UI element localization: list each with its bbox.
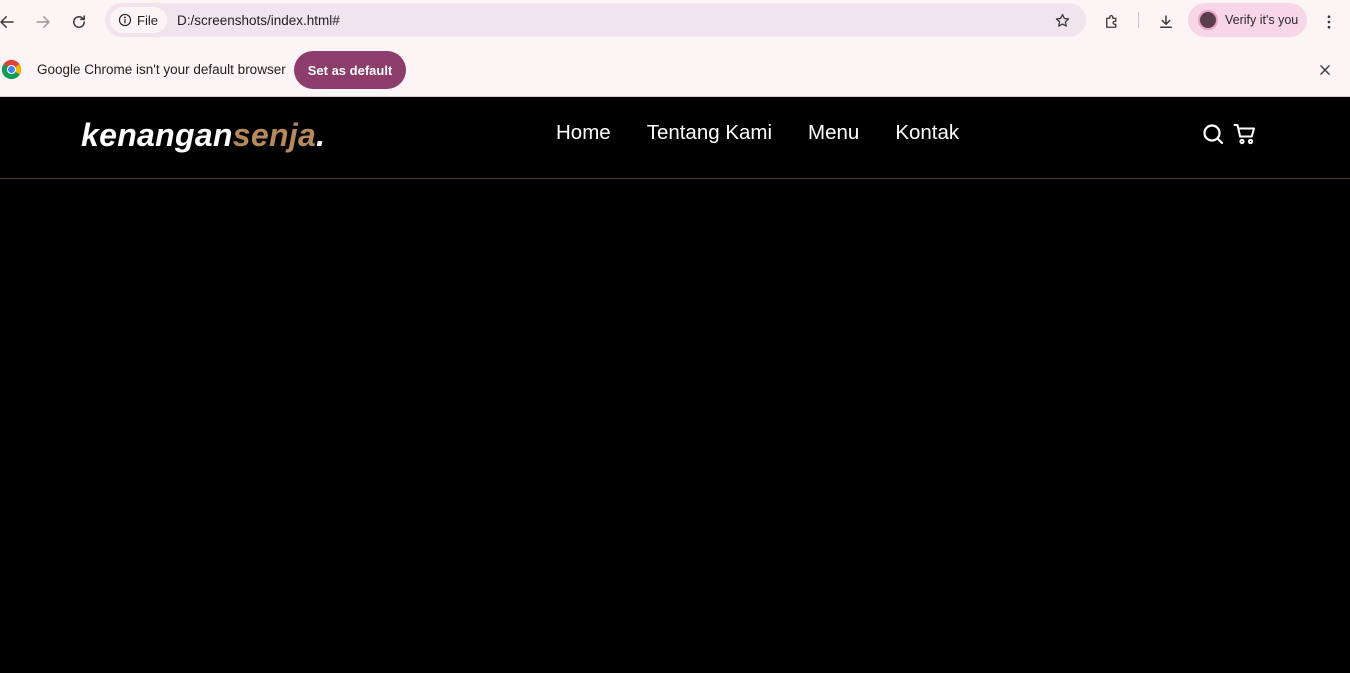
- nav-link-home[interactable]: Home: [556, 121, 611, 145]
- bookmark-button[interactable]: [1048, 6, 1076, 34]
- puzzle-icon: [1106, 15, 1117, 28]
- forward-button[interactable]: [28, 7, 58, 37]
- avatar: [1198, 10, 1218, 30]
- search-icon: [1203, 124, 1224, 145]
- nav-links: Home Tentang Kami Menu Kontak: [556, 121, 959, 145]
- nav-link-tentang-kami[interactable]: Tentang Kami: [647, 121, 772, 145]
- reload-button[interactable]: [64, 7, 94, 37]
- download-icon: [1160, 15, 1172, 28]
- site-info-chip[interactable]: File: [110, 7, 167, 33]
- back-arrow-icon: [0, 16, 14, 28]
- info-icon: [118, 13, 132, 27]
- infobar-message: Google Chrome isn't your default browser: [37, 62, 286, 77]
- profile-label: Verify it's you: [1225, 13, 1299, 27]
- reload-icon: [73, 15, 85, 28]
- nav-icons: [1200, 121, 1258, 147]
- chrome-logo-icon: [1, 59, 22, 80]
- set-as-default-button[interactable]: Set as default: [294, 51, 406, 89]
- toolbar-divider: [1138, 12, 1139, 28]
- infobar-close-button[interactable]: [1314, 59, 1336, 81]
- page-content: kenangansenja. Home Tentang Kami Menu Ko…: [0, 97, 1350, 673]
- forward-arrow-icon: [36, 16, 50, 28]
- url-text[interactable]: D:/screenshots/index.html#: [177, 13, 1048, 28]
- logo-suffix: .: [316, 117, 326, 153]
- logo-main: kenangan: [81, 117, 233, 153]
- back-button[interactable]: [0, 7, 22, 37]
- star-icon: [1055, 13, 1069, 27]
- site-navbar: kenangansenja. Home Tentang Kami Menu Ko…: [0, 97, 1350, 179]
- default-browser-infobar: Google Chrome isn't your default browser…: [0, 44, 1350, 97]
- profile-button[interactable]: Verify it's you: [1188, 3, 1307, 37]
- search-button[interactable]: [1200, 121, 1226, 147]
- kebab-menu-icon: [1327, 15, 1331, 29]
- browser-toolbar: File D:/screenshots/index.html# Verify i…: [0, 0, 1350, 44]
- nav-link-kontak[interactable]: Kontak: [895, 121, 959, 145]
- address-bar[interactable]: File D:/screenshots/index.html#: [105, 3, 1086, 37]
- cart-icon: [1233, 124, 1255, 145]
- browser-menu-button[interactable]: [1314, 7, 1344, 37]
- close-icon: [1320, 65, 1330, 75]
- site-chip-label: File: [137, 12, 158, 28]
- extensions-button[interactable]: [1097, 7, 1127, 37]
- downloads-button[interactable]: [1151, 7, 1181, 37]
- cart-button[interactable]: [1232, 121, 1258, 147]
- logo-accent: senja: [232, 117, 317, 153]
- nav-link-menu[interactable]: Menu: [808, 121, 859, 145]
- site-logo[interactable]: kenangansenja.: [81, 117, 325, 154]
